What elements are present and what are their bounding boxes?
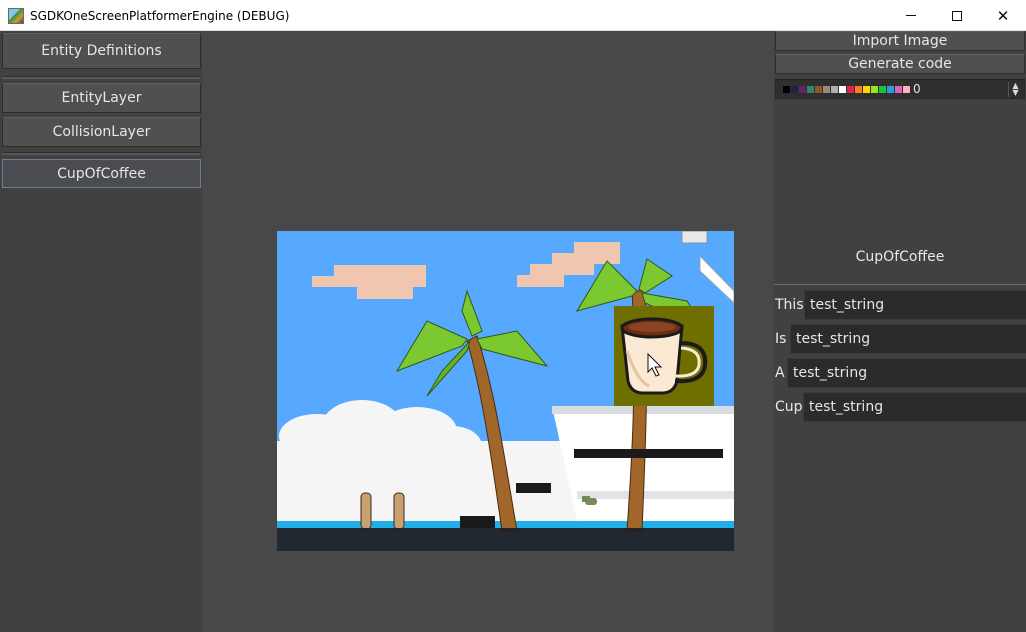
palette-swatch[interactable]	[831, 86, 838, 93]
spin-down-icon[interactable]: ▼	[1009, 89, 1022, 97]
property-input-this[interactable]: test_string	[804, 290, 1026, 320]
palette-swatch[interactable]	[871, 86, 878, 93]
level-canvas[interactable]	[277, 231, 734, 551]
palette-index-value: 0	[913, 82, 921, 96]
generate-code-button[interactable]: Generate code	[775, 54, 1025, 74]
palette-swatch[interactable]	[863, 86, 870, 93]
collision-layer-button[interactable]: CollisionLayer	[2, 117, 201, 147]
palette-swatch[interactable]	[887, 86, 894, 93]
property-input-is[interactable]: test_string	[790, 324, 1026, 354]
palette-swatch[interactable]	[903, 86, 910, 93]
left-panel: Entity Definitions EntityLayer Collision…	[0, 31, 202, 632]
separator	[2, 76, 200, 79]
palette-spin-arrows[interactable]: ▲ ▼	[1008, 82, 1022, 97]
close-button[interactable]: ✕	[980, 0, 1026, 31]
app-icon	[8, 8, 24, 24]
palette-swatch[interactable]	[791, 86, 798, 93]
palette-swatch[interactable]	[855, 86, 862, 93]
palette-swatch[interactable]	[783, 86, 790, 93]
entity-cupofcoffee-button[interactable]: CupOfCoffee	[2, 159, 201, 188]
maximize-button[interactable]	[934, 0, 980, 31]
palette-swatch[interactable]	[799, 86, 806, 93]
close-icon: ✕	[996, 6, 1010, 25]
palette-swatch[interactable]	[879, 86, 886, 93]
property-label-cup: Cup	[775, 399, 803, 415]
property-label-a: A	[775, 365, 785, 381]
property-input-a[interactable]: test_string	[787, 358, 1026, 388]
separator	[2, 152, 200, 155]
level-scene	[277, 231, 734, 551]
entity-definitions-button[interactable]: Entity Definitions	[2, 33, 201, 69]
collision-floor	[277, 528, 734, 551]
window-title: SGDKOneScreenPlatformerEngine (DEBUG)	[30, 9, 290, 23]
entity-layer-button[interactable]: EntityLayer	[2, 83, 201, 113]
right-panel: Import Image Generate code 0 ▲ ▼ CupOfCo…	[774, 31, 1026, 632]
property-label-this: This	[775, 297, 804, 313]
center-panel	[202, 31, 774, 632]
status-text: ........ ....... ......	[4, 627, 63, 632]
cupofcoffee-entity[interactable]	[614, 306, 714, 406]
palette-swatch[interactable]	[847, 86, 854, 93]
palette-swatch[interactable]	[839, 86, 846, 93]
palette-swatch[interactable]	[815, 86, 822, 93]
property-label-is: Is	[775, 331, 787, 347]
minimize-icon	[906, 15, 916, 16]
minimize-button[interactable]	[888, 0, 934, 31]
palette-swatch[interactable]	[823, 86, 830, 93]
maximize-icon	[952, 10, 962, 21]
entity-name-title: CupOfCoffee	[855, 249, 945, 265]
title-bar: SGDKOneScreenPlatformerEngine (DEBUG) ✕	[0, 0, 1026, 31]
palette-swatch[interactable]	[807, 86, 814, 93]
palette-swatch[interactable]	[895, 86, 902, 93]
separator	[774, 284, 1026, 285]
import-image-button[interactable]: Import Image	[775, 31, 1025, 51]
app-window: SGDKOneScreenPlatformerEngine (DEBUG) ✕ …	[0, 0, 1026, 632]
property-input-cup[interactable]: test_string	[803, 392, 1026, 422]
palette-selector[interactable]: 0 ▲ ▼	[775, 79, 1025, 99]
